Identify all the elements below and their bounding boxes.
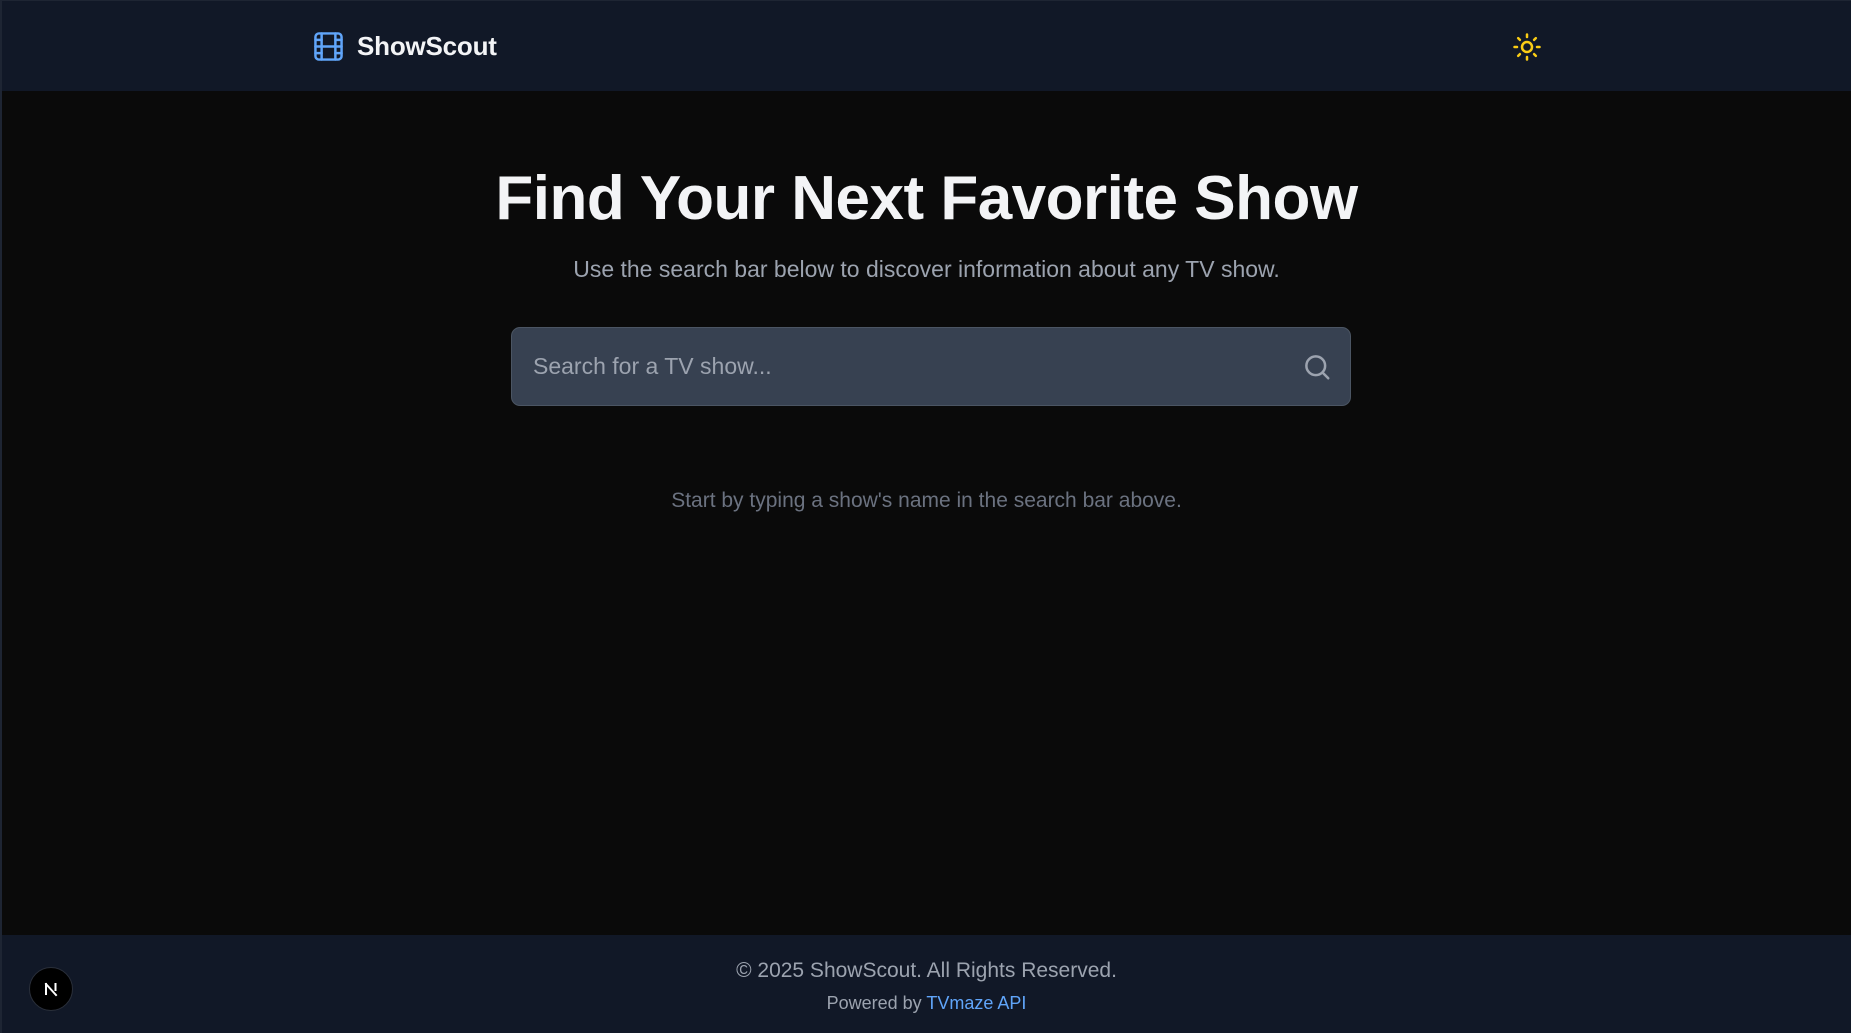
search-input[interactable] [512,328,1350,405]
film-icon [314,32,343,61]
empty-state-hint: Start by typing a show's name in the sea… [671,489,1182,512]
sun-icon [1513,33,1541,61]
copyright-text: © 2025 ShowScout. All Rights Reserved. [736,959,1117,982]
brand-name: ShowScout [357,31,497,61]
powered-by-prefix: Powered by [826,993,927,1013]
search-icon[interactable] [1302,352,1332,382]
nextjs-dev-badge[interactable] [29,967,73,1011]
brand-home-link[interactable]: ShowScout [312,30,497,63]
app-window: ShowScout Find Your Next Favorite Show U… [0,0,1851,1033]
page-subtitle: Use the search bar below to discover inf… [573,256,1280,282]
theme-toggle-button[interactable] [1510,30,1544,64]
powered-by-text: Powered by TVmaze API [2,993,1851,1014]
nextjs-icon [44,982,58,997]
top-navbar: ShowScout [2,1,1851,91]
page-footer: © 2025 ShowScout. All Rights Reserved. P… [2,935,1851,1033]
page-title: Find Your Next Favorite Show [495,164,1358,233]
search-bar [511,327,1351,406]
tvmaze-api-link[interactable]: TVmaze API [926,993,1026,1013]
